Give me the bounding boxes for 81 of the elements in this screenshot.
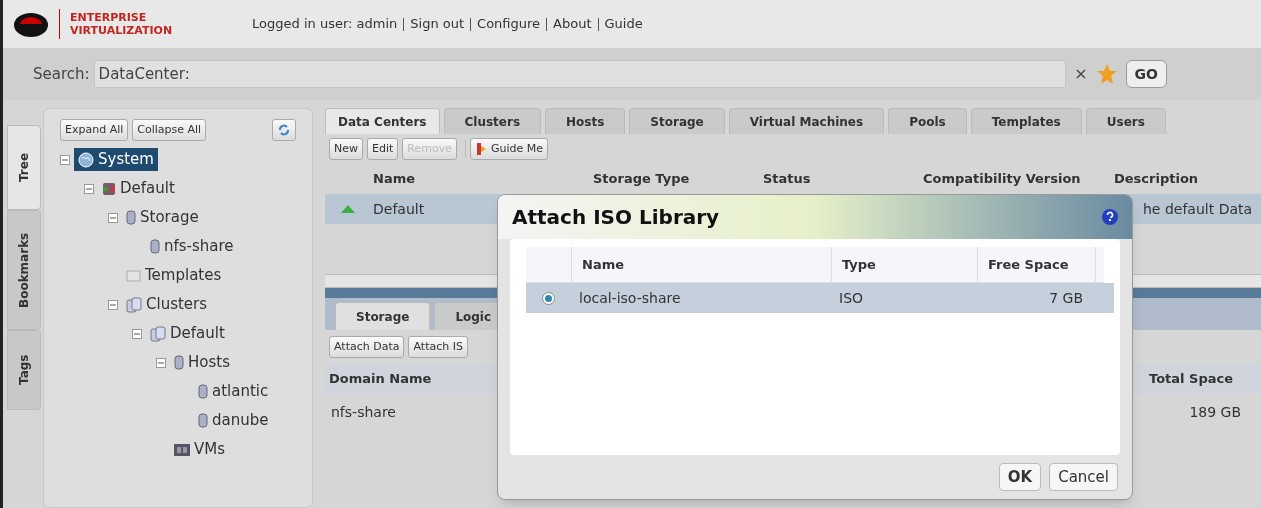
header-link[interactable]: About — [553, 14, 592, 34]
column-header: Description — [1113, 170, 1199, 189]
column-header: Type — [832, 247, 978, 282]
column-header: Name — [572, 247, 832, 282]
tree-item[interactable]: Clusters — [122, 293, 212, 316]
column-header: Status — [763, 170, 812, 189]
collapse-toggle-icon[interactable] — [108, 212, 118, 223]
collapse-toggle-icon[interactable] — [132, 328, 142, 339]
tree-item[interactable]: atlantic — [194, 380, 273, 403]
main-tab[interactable]: Hosts — [545, 108, 626, 134]
cluster-icon — [150, 325, 166, 342]
search-field[interactable]: DataCenter: — [93, 60, 1067, 88]
toolbar-button[interactable]: Attach Data — [329, 336, 405, 358]
toolbar-button[interactable]: Attach IS — [408, 336, 468, 358]
column-header: Compatibility Version — [923, 170, 1082, 189]
collapse-toggle-icon[interactable] — [156, 357, 166, 368]
dialog-button[interactable]: Cancel — [1049, 463, 1118, 491]
tree-item[interactable]: VMs — [170, 438, 230, 461]
table-cell-text: he default Data — [1143, 199, 1253, 219]
up-arrow-icon — [341, 205, 355, 213]
monitor-icon — [174, 443, 190, 456]
main-tab[interactable]: Users — [1085, 108, 1166, 134]
collapse-toggle-icon[interactable] — [84, 183, 94, 194]
collapse-toggle-icon[interactable] — [60, 154, 70, 165]
dialog-title: Attach ISO Library — [512, 204, 720, 231]
column-header: Name — [373, 170, 416, 189]
side-tab[interactable]: Tree — [7, 125, 41, 210]
table-cell-text: ISO — [838, 288, 865, 308]
header-link[interactable]: Sign out — [410, 14, 465, 34]
column-header: Total Space — [1149, 370, 1233, 389]
table-cell-text: local-iso-share — [578, 288, 682, 308]
main-tab[interactable]: Data Centers — [325, 108, 440, 134]
main-tab[interactable]: Virtual Machines — [728, 108, 885, 134]
refresh-icon — [277, 123, 291, 137]
tree-item[interactable]: nfs-share — [146, 235, 238, 258]
table-cell-text: Default — [373, 199, 426, 219]
column-header: Domain Name — [329, 370, 433, 389]
side-tab[interactable]: Bookmarks — [7, 210, 41, 330]
tree-item[interactable]: Templates — [122, 264, 226, 287]
main-tab[interactable]: Pools — [888, 108, 967, 134]
column-header: Storage Type — [593, 170, 691, 189]
sub-tab[interactable]: Storage — [335, 302, 431, 330]
star-icon[interactable] — [1095, 63, 1118, 85]
globe-icon — [78, 151, 94, 168]
tree-item[interactable]: Default — [98, 177, 179, 200]
main-tab[interactable]: Clusters — [443, 108, 542, 134]
server-rack-icon — [102, 181, 116, 196]
guide-icon — [474, 142, 487, 156]
toolbar-button[interactable]: New — [329, 138, 363, 160]
tree-item[interactable]: System — [74, 148, 158, 171]
go-button[interactable]: GO — [1125, 60, 1167, 88]
header-link[interactable]: Configure — [477, 14, 541, 34]
main-tab[interactable]: Templates — [970, 108, 1082, 134]
search-label: Search: — [33, 63, 90, 85]
dialog-button[interactable]: OK — [998, 463, 1042, 491]
toolbar-button[interactable]: Guide Me — [469, 138, 548, 160]
column-header: Free Space — [978, 247, 1096, 282]
header-link[interactable]: Guide — [604, 14, 643, 34]
refresh-button[interactable] — [272, 119, 296, 141]
table-cell-text: nfs-share — [331, 402, 397, 422]
side-tab[interactable]: Tags — [7, 330, 41, 410]
collapse-toggle-icon[interactable] — [108, 299, 118, 310]
main-tab[interactable]: Storage — [629, 108, 725, 134]
table-row[interactable]: local-iso-share ISO 7 GB — [526, 283, 1114, 313]
brand-text: ENTERPRISE — [70, 11, 148, 24]
radio-button[interactable] — [542, 291, 555, 305]
user-text: Logged in user: admin — [252, 15, 398, 34]
tree-button[interactable]: Expand All — [60, 119, 129, 141]
brand-text: VIRTUALIZATION — [70, 24, 173, 37]
tree-button[interactable]: Collapse All — [132, 119, 207, 141]
template-icon — [126, 268, 141, 283]
table-cell-text: 7 GB — [1048, 288, 1084, 308]
tree-item[interactable]: Hosts — [170, 351, 234, 374]
table-cell-text: 189 GB — [1188, 402, 1241, 422]
tree-item[interactable]: Default — [146, 322, 229, 345]
cluster-icon — [126, 296, 142, 313]
help-icon[interactable] — [1102, 209, 1118, 225]
tree-item[interactable]: Storage — [122, 206, 203, 229]
toolbar-button[interactable]: Edit — [367, 138, 399, 160]
clear-button[interactable]: × — [1070, 62, 1092, 86]
tree-item[interactable]: danube — [194, 409, 273, 432]
